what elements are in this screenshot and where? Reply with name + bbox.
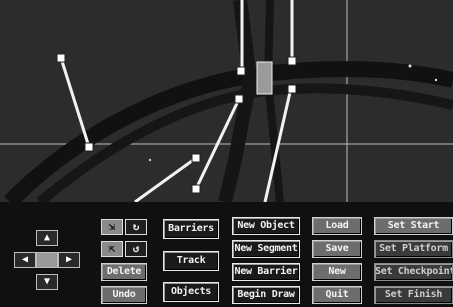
delete-button[interactable]: Delete xyxy=(101,263,147,281)
track-marker-dot xyxy=(408,64,412,68)
barrier-line[interactable] xyxy=(59,57,91,148)
selected-object[interactable] xyxy=(256,61,273,95)
collapse-icon[interactable]: ⇱ xyxy=(101,241,123,257)
track-button[interactable]: Track xyxy=(163,251,219,271)
set-checkpoint-button[interactable]: Set Checkpoint xyxy=(374,263,453,281)
undo-button[interactable]: Undo xyxy=(101,286,147,304)
new-button[interactable]: New xyxy=(312,263,362,281)
node-handle[interactable] xyxy=(236,66,246,76)
editor-control-panel: ▲ ◀ ▶ ▼ ⇲ ↻ ⇱ ↺ Delete Undo Barriers Tra… xyxy=(0,202,453,307)
set-platform-button[interactable]: Set Platform xyxy=(374,240,453,258)
barriers-button[interactable]: Barriers xyxy=(163,219,219,239)
arrow-down-icon[interactable]: ▼ xyxy=(36,274,58,290)
new-object-button[interactable]: New Object xyxy=(232,217,300,235)
set-start-button[interactable]: Set Start xyxy=(374,217,453,235)
new-barrier-button[interactable]: New Barrier xyxy=(232,263,300,281)
track-map[interactable] xyxy=(0,0,453,202)
track-marker-dot xyxy=(148,158,152,162)
node-handle[interactable] xyxy=(84,142,94,152)
rotate-ccw-icon[interactable]: ↺ xyxy=(125,241,147,257)
node-handle[interactable] xyxy=(191,153,201,163)
node-handle[interactable] xyxy=(191,184,201,194)
node-handle[interactable] xyxy=(56,53,66,63)
track-road-branch-2 xyxy=(263,0,284,202)
save-button[interactable]: Save xyxy=(312,240,362,258)
node-handle[interactable] xyxy=(234,94,244,104)
rotate-cw-icon[interactable]: ↻ xyxy=(125,219,147,235)
track-marker-dot xyxy=(434,78,438,82)
load-button[interactable]: Load xyxy=(312,217,362,235)
track-viewport[interactable] xyxy=(0,0,453,202)
arrow-up-icon[interactable]: ▲ xyxy=(36,230,58,246)
objects-button[interactable]: Objects xyxy=(163,282,219,302)
set-finish-button[interactable]: Set Finish xyxy=(374,286,453,304)
node-handle[interactable] xyxy=(287,84,297,94)
new-segment-button[interactable]: New Segment xyxy=(232,240,300,258)
begin-draw-button[interactable]: Begin Draw xyxy=(232,286,300,304)
barrier-line[interactable] xyxy=(134,156,197,202)
expand-icon[interactable]: ⇲ xyxy=(101,219,123,235)
center-icon[interactable] xyxy=(36,252,58,268)
node-handle[interactable] xyxy=(287,56,297,66)
arrow-left-icon[interactable]: ◀ xyxy=(14,252,36,268)
quit-button[interactable]: Quit xyxy=(312,286,362,304)
arrow-right-icon[interactable]: ▶ xyxy=(58,252,80,268)
